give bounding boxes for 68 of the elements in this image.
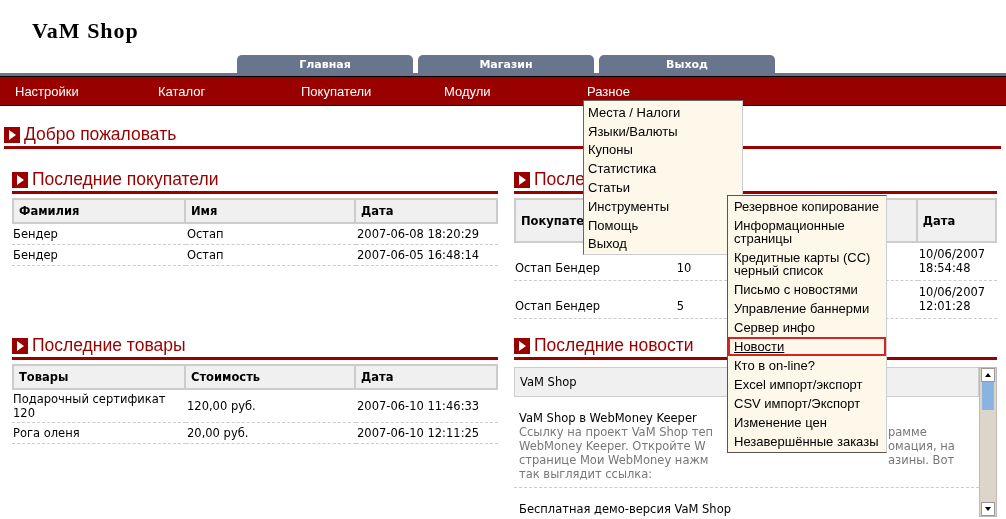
menu-option[interactable]: Управление баннерми — [729, 300, 885, 317]
section-title: Добро пожаловать — [24, 124, 177, 145]
table-cell: 20,00 руб. — [186, 423, 356, 444]
news-text: Ссылку на проект VaM Shop теп — [519, 425, 715, 439]
table-cell: 2007-06-08 18:20:29 — [356, 224, 498, 245]
news-text: так выглядит ссылка: — [519, 467, 654, 481]
menu-option[interactable]: CSV импорт/Экспорт — [729, 395, 885, 412]
table-cell: Остап — [186, 224, 356, 245]
table-cell: Рога оленя — [12, 423, 186, 444]
column-header: Дата — [917, 198, 997, 243]
column-header: Товары — [12, 364, 186, 390]
menu-option[interactable]: Новости — [728, 337, 886, 356]
news-text: азины. Вот — [888, 453, 956, 467]
menu-option[interactable]: Места / Налоги — [588, 104, 681, 120]
menu-option[interactable]: Купоны — [588, 142, 633, 158]
scroll-down-icon[interactable] — [981, 502, 995, 516]
table-cell: Бендер — [12, 224, 186, 245]
section-title: Последние покупатели — [32, 169, 219, 190]
nav-tab[interactable]: Магазин — [418, 55, 594, 73]
section-title: После — [534, 169, 585, 190]
news-title[interactable]: Бесплатная демо-версия VaM Shop — [519, 502, 731, 516]
menu-item[interactable]: Разное — [587, 83, 630, 99]
column-header: Стоимость — [186, 364, 356, 390]
menu-option[interactable]: Незавершённые заказы — [729, 433, 885, 450]
scrollbar-thumb[interactable] — [982, 382, 994, 410]
table-cell: Подарочный сертификат 120 — [12, 390, 186, 423]
scrollbar[interactable] — [979, 367, 997, 517]
column-header: Фамилия — [12, 198, 186, 224]
menu-option[interactable]: Изменение цен — [729, 414, 885, 431]
table-cell: 120,00 руб. — [186, 390, 356, 423]
table-cell: 10/06/2007 12:01:28 — [917, 281, 997, 319]
table-cell: Остап Бендер — [514, 281, 676, 319]
menu-item[interactable]: Каталог — [158, 83, 206, 99]
table-cell: 2007-06-05 16:48:14 — [356, 245, 498, 266]
menu-option[interactable]: Статьи — [588, 180, 631, 196]
news-text: странице Мои WebMoney нажм — [519, 453, 710, 467]
section-title: Последние новости — [534, 335, 694, 356]
section-title: Последние товары — [32, 335, 186, 356]
nav-tab[interactable]: Главная — [237, 55, 413, 73]
news-title[interactable]: VaM Shop в WebMoney Keeper — [519, 411, 697, 425]
nav-tab[interactable]: Выход — [599, 55, 775, 73]
menu-option[interactable]: Сервер инфо — [729, 319, 885, 336]
menu-item[interactable]: Модули — [444, 83, 491, 99]
news-text: WebMoney Keeper. Откройте W — [519, 439, 707, 453]
table-cell: 2007-06-10 12:11:25 — [356, 423, 498, 444]
scroll-up-icon[interactable] — [981, 368, 995, 382]
column-header: Дата — [356, 364, 498, 390]
menu-option[interactable]: Excel импорт/экспорт — [729, 376, 885, 393]
table-cell: 10/06/2007 18:54:48 — [917, 243, 997, 281]
column-header: Имя — [186, 198, 356, 224]
table-cell: Остап — [186, 245, 356, 266]
menu-option[interactable]: Кредитные карты (CC) черный список — [729, 249, 885, 279]
logo: VaM Shop — [31, 17, 140, 45]
menu-item[interactable]: Покупатели — [301, 83, 372, 99]
menu-option[interactable]: Письмо с новостями — [729, 281, 885, 298]
menu-option[interactable]: Языки/Валюты — [588, 123, 678, 139]
menu-option[interactable]: Информационные страницы — [729, 217, 885, 247]
menu-option[interactable]: Инструменты — [588, 198, 670, 214]
menu-item[interactable]: Настройки — [15, 83, 79, 99]
table-cell: 2007-06-10 11:46:33 — [356, 390, 498, 423]
table-cell: Бендер — [12, 245, 186, 266]
menu-option[interactable]: Помощь — [588, 217, 639, 233]
table-cell: 5 — [675, 281, 727, 319]
column-header: Дата — [356, 198, 498, 224]
menu-option[interactable]: Резервное копирование — [729, 198, 885, 215]
news-text: омация, на — [888, 439, 956, 453]
news-text: рамме — [888, 425, 928, 439]
menu-option[interactable]: Статистика — [588, 161, 657, 177]
